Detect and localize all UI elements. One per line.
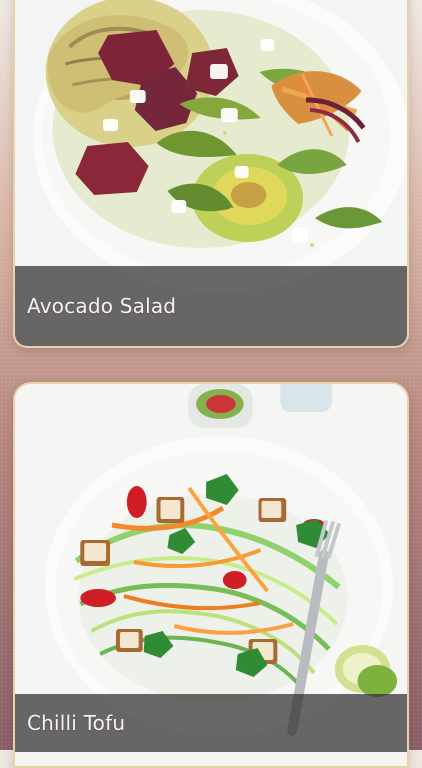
recipe-card-chilli-tofu[interactable]: Chilli Tofu	[13, 382, 409, 768]
recipe-card-avocado-salad[interactable]: Avocado Salad	[13, 0, 409, 348]
recipe-caption-chilli-tofu: Chilli Tofu	[15, 694, 407, 752]
recipe-title-avocado-salad: Avocado Salad	[27, 294, 177, 318]
recipe-caption-avocado-salad: Avocado Salad	[15, 266, 407, 346]
recipe-title-chilli-tofu: Chilli Tofu	[27, 711, 126, 735]
